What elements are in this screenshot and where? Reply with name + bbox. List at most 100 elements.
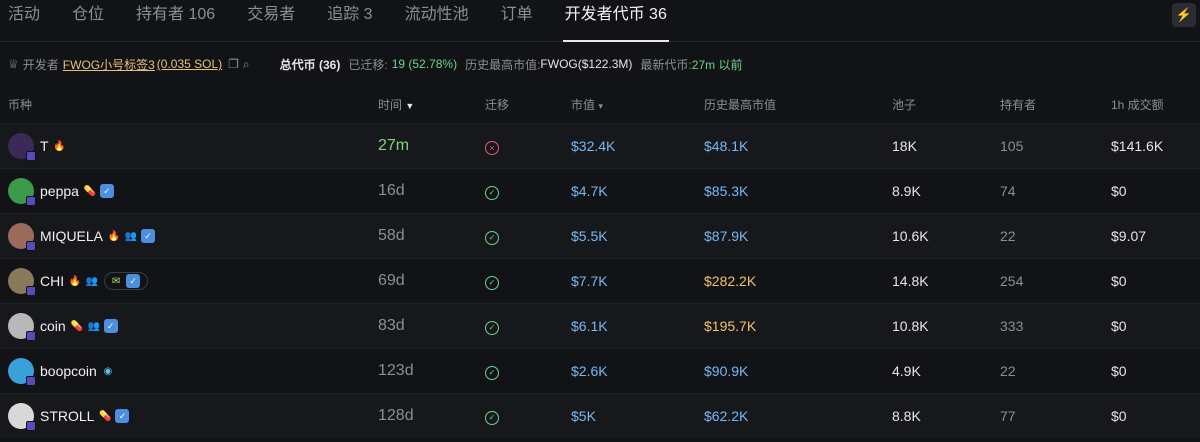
token-pool: 18K <box>892 138 917 154</box>
token-holders: 22 <box>1000 228 1016 244</box>
ath-label: 历史最高市值: <box>465 57 541 72</box>
check-circle-icon: ✓ <box>485 366 499 380</box>
token-volume: $0 <box>1111 363 1127 379</box>
token-mcap: $2.6K <box>571 363 608 379</box>
developer-balance[interactable]: (0.035 SOL) <box>157 57 222 71</box>
token-cell[interactable]: boopcoin ◉ <box>0 358 378 386</box>
migration-status: × <box>485 138 571 155</box>
token-mcap: $32.4K <box>571 138 616 154</box>
migration-status: ✓ <box>485 272 571 290</box>
table-row[interactable]: peppa 💊 ✓ 16d ✓ $4.7K $85.3K 8.9K 74 $0 <box>0 168 1200 213</box>
token-mcap: $4.7K <box>571 183 608 199</box>
token-holders: 74 <box>1000 183 1016 199</box>
token-cell[interactable]: T 🔥 <box>0 133 378 161</box>
check-circle-icon: ✓ <box>485 231 499 245</box>
token-time: 69d <box>378 272 405 289</box>
search-icon[interactable]: ⌕ <box>243 57 250 72</box>
col-mcap[interactable]: 市值 ▾ <box>571 96 704 113</box>
tab-dev-tokens[interactable]: 开发者代币 36 <box>549 0 683 42</box>
people-icon: 👥 <box>87 320 100 332</box>
token-avatar <box>8 358 36 386</box>
verified-icon: ✓ <box>126 274 141 288</box>
col-pool: 池子 <box>892 98 917 112</box>
col-token: 币种 <box>8 98 33 112</box>
verified-icon: ✓ <box>141 229 156 243</box>
token-cell[interactable]: peppa 💊 ✓ <box>0 178 378 206</box>
token-pool: 10.8K <box>892 318 929 334</box>
token-mcap: $7.7K <box>571 273 608 289</box>
token-time: 58d <box>378 227 405 244</box>
migration-status: ✓ <box>485 317 571 335</box>
token-volume: $141.6K <box>1111 138 1164 154</box>
latest-value: 27m 以前 <box>691 57 743 72</box>
token-time: 123d <box>378 362 414 379</box>
token-cell[interactable]: coin 💊 👥 ✓ <box>0 313 378 341</box>
token-time: 128d <box>378 407 414 424</box>
token-time: 27m <box>378 137 410 154</box>
token-volume: $0 <box>1111 318 1127 334</box>
token-volume: $9.07 <box>1111 228 1147 244</box>
tab-positions[interactable]: 仓位 <box>56 0 120 41</box>
token-name: coin <box>40 318 66 334</box>
token-holders: 333 <box>1000 318 1024 334</box>
token-cell[interactable]: CHI 🔥 👥 ✉ ✓ <box>0 268 378 296</box>
fire-icon: 🔥 <box>107 230 121 242</box>
col-time[interactable]: 时间 ▼ <box>378 96 485 113</box>
verified-icon: ✓ <box>99 184 114 198</box>
table-row[interactable]: coin 💊 👥 ✓ 83d ✓ $6.1K $195.7K 10.8K 333 $0 <box>0 303 1200 348</box>
col-ath: 历史最高市值 <box>704 98 777 112</box>
token-name: T <box>40 138 49 154</box>
token-avatar <box>8 178 36 206</box>
tab-activity[interactable]: 活动 <box>0 0 56 41</box>
token-avatar <box>8 223 36 251</box>
token-cell[interactable]: MIQUELA 🔥 👥 ✓ <box>0 223 378 251</box>
total-tokens: 总代币 (36) <box>279 57 341 72</box>
verified-icon: ✓ <box>115 409 130 423</box>
tab-traders[interactable]: 交易者 <box>231 0 311 41</box>
token-name: boopcoin <box>40 363 97 379</box>
token-ath: $62.2K <box>704 408 749 424</box>
token-avatar <box>8 403 36 431</box>
bolt-icon[interactable]: ⚡ <box>1172 3 1196 27</box>
people-icon: 👥 <box>85 275 99 287</box>
token-cell[interactable]: STROLL 💊 ✓ <box>0 403 378 431</box>
token-time: 16d <box>378 182 405 199</box>
tab-orders[interactable]: 订单 <box>485 0 549 41</box>
table-row[interactable]: STROLL 💊 ✓ 128d ✓ $5K $62.2K 8.8K 77 $0 <box>0 393 1200 438</box>
table-row[interactable]: CHI 🔥 👥 ✉ ✓ 69d ✓ $7.7K $282.2K 14.8K 254 $0 <box>0 258 1200 303</box>
verified-icon: ✓ <box>103 319 118 333</box>
check-circle-icon: ✓ <box>485 186 499 200</box>
tab-liquidity-pools[interactable]: 流动性池 <box>389 0 485 41</box>
migration-status: ✓ <box>485 362 571 380</box>
migration-status: ✓ <box>485 407 571 425</box>
check-circle-icon: ✓ <box>485 321 499 335</box>
col-holders: 持有者 <box>1000 98 1037 112</box>
token-mcap: $6.1K <box>571 318 608 334</box>
token-holders: 22 <box>1000 363 1016 379</box>
token-volume: $0 <box>1111 408 1127 424</box>
token-name: peppa <box>40 183 79 199</box>
table-row[interactable]: T 🔥 27m × $32.4K $48.1K 18K 105 $141.6K <box>0 123 1200 168</box>
token-ath: $87.9K <box>704 228 749 244</box>
tab-tracking[interactable]: 追踪 3 <box>311 0 388 41</box>
copy-icon[interactable]: ❐ <box>228 57 239 71</box>
developer-link[interactable]: FWOG小号标签3 <box>63 56 155 73</box>
people-icon: 👥 <box>124 230 138 242</box>
latest-label: 最新代币: <box>640 57 692 72</box>
token-ath: $90.9K <box>704 363 749 379</box>
pill-icon: 💊 <box>70 320 83 332</box>
token-holders: 77 <box>1000 408 1016 424</box>
social-group[interactable]: ✉ ✓ <box>104 272 149 290</box>
token-volume: $0 <box>1111 273 1127 289</box>
table-row[interactable]: MIQUELA 🔥 👥 ✓ 58d ✓ $5.5K $87.9K 10.6K 22 $9.07 <box>0 213 1200 258</box>
developer-label: 开发者 <box>22 57 59 72</box>
token-avatar <box>8 133 36 161</box>
token-holders: 105 <box>1000 138 1024 154</box>
token-name: CHI <box>40 273 65 289</box>
table-row[interactable]: boopcoin ◉ 123d ✓ $2.6K $90.9K 4.9K 22 $0 <box>0 348 1200 393</box>
tab-holders[interactable]: 持有者 106 <box>120 0 231 41</box>
token-ath: $282.2K <box>704 273 757 289</box>
token-table: T 🔥 27m × $32.4K $48.1K 18K 105 $141.6K peppa 💊 ✓ 16… <box>0 123 1200 438</box>
ath-value: FWOG($122.3M) <box>540 57 633 71</box>
migrated-value: 19 (52.78%) <box>391 57 458 71</box>
